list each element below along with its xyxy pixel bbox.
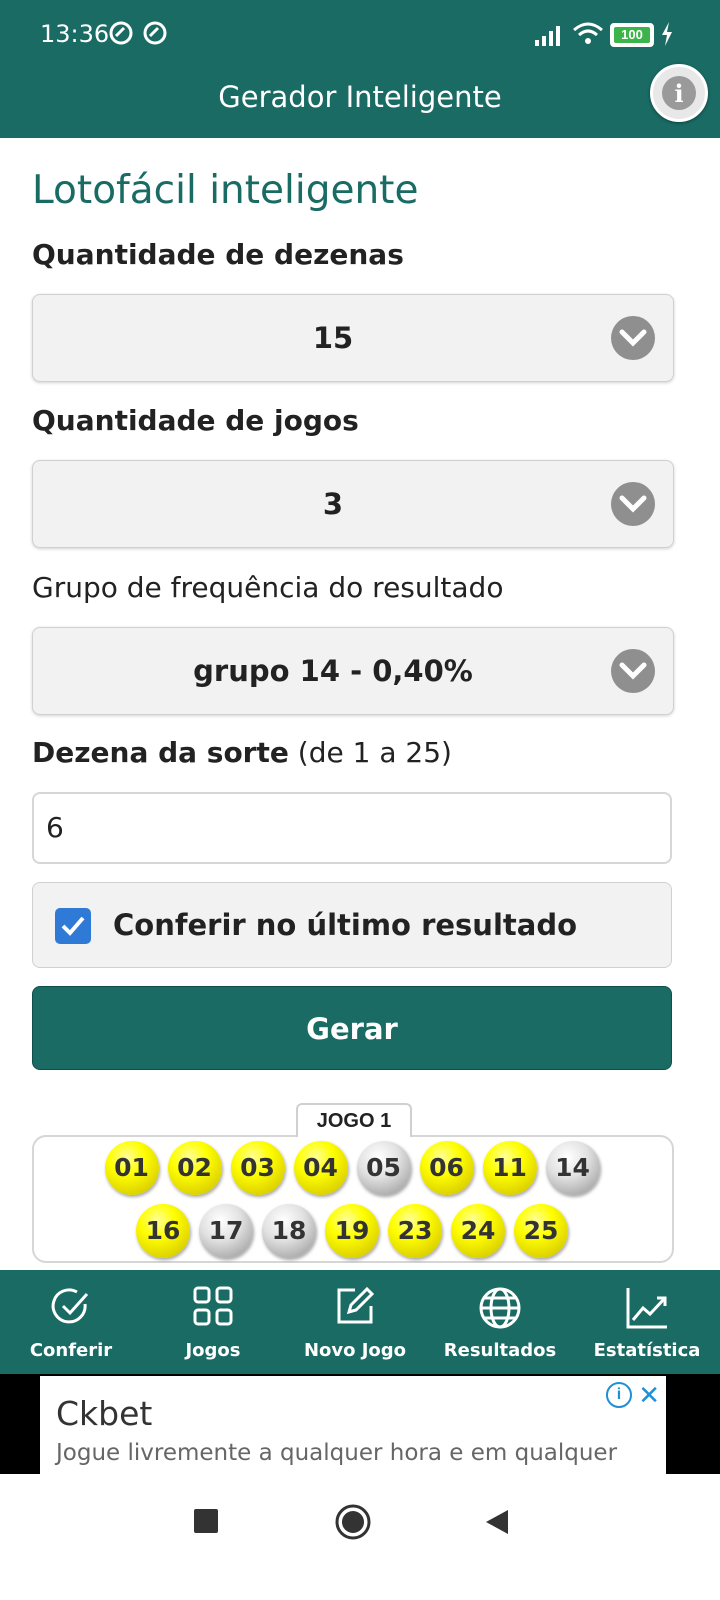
number-ball: 03	[230, 1141, 285, 1195]
nav-label: Novo Jogo	[303, 1340, 407, 1361]
jogos-select[interactable]: 3	[32, 460, 674, 548]
recents-button[interactable]	[194, 1509, 218, 1533]
grupo-value: grupo 14 - 0,40%	[193, 654, 473, 688]
sorte-input[interactable]: 6	[32, 792, 672, 864]
globe-icon	[479, 1287, 521, 1329]
nav-novo-jogo[interactable]: Novo Jogo	[284, 1270, 426, 1374]
dezenas-select[interactable]: 15	[32, 294, 674, 382]
sorte-label: Dezena da sorte (de 1 a 25)	[32, 736, 452, 769]
ad-banner: Ckbet Jogue livremente a qualquer hora e…	[0, 1374, 720, 1474]
conferir-label: Conferir no último resultado	[113, 908, 577, 942]
number-ball: 17	[199, 1204, 253, 1258]
nav-label: Conferir	[29, 1340, 113, 1361]
page-title: Lotofácil inteligente	[32, 168, 419, 213]
nav-jogos[interactable]: Jogos	[142, 1270, 284, 1374]
grid-icon	[193, 1286, 233, 1326]
nav-resultados[interactable]: Resultados	[426, 1270, 574, 1374]
charging-icon	[662, 22, 672, 46]
info-button[interactable]: i	[650, 64, 708, 122]
edit-icon	[337, 1286, 375, 1324]
ad-title: Ckbet	[56, 1394, 153, 1433]
jogos-label: Quantidade de jogos	[32, 404, 359, 437]
system-nav-bar	[0, 1474, 720, 1600]
ad-info-icon[interactable]: i	[606, 1382, 632, 1408]
number-ball: 14	[545, 1141, 600, 1195]
wifi-icon	[573, 22, 603, 44]
ad-close-icon[interactable]: ✕	[638, 1380, 660, 1411]
grupo-select[interactable]: grupo 14 - 0,40%	[32, 627, 674, 715]
back-button[interactable]	[482, 1508, 510, 1536]
dezenas-label: Quantidade de dezenas	[32, 238, 404, 271]
number-ball: 18	[262, 1204, 316, 1258]
app-bar: Gerador Inteligente i	[0, 64, 720, 138]
sorte-label-bold: Dezena da sorte	[32, 736, 289, 769]
number-ball: 06	[419, 1141, 474, 1195]
info-icon: i	[662, 76, 696, 110]
status-bar: 13:36 100	[0, 0, 720, 68]
chart-line-icon	[626, 1288, 667, 1329]
bottom-nav: Conferir Jogos Novo Jogo Resultados Esta…	[0, 1270, 720, 1374]
number-ball: 19	[325, 1204, 379, 1258]
chevron-down-icon	[611, 316, 655, 360]
number-ball: 11	[482, 1141, 537, 1195]
jogos-value: 3	[322, 487, 344, 521]
status-time: 13:36	[40, 20, 110, 48]
app-title: Gerador Inteligente	[218, 80, 502, 114]
number-ball: 16	[136, 1204, 190, 1258]
grupo-label: Grupo de frequência do resultado	[32, 571, 504, 604]
battery-icon: 100	[610, 23, 654, 47]
check-icon	[61, 916, 85, 936]
battery-level: 100	[614, 27, 650, 43]
chevron-down-icon	[611, 482, 655, 526]
number-ball: 01	[104, 1141, 159, 1195]
ad-content[interactable]: Ckbet Jogue livremente a qualquer hora e…	[40, 1376, 666, 1474]
nav-label: Jogos	[185, 1340, 241, 1361]
jogo-tag: JOGO 1	[296, 1103, 412, 1137]
notification-icon	[143, 21, 167, 45]
check-circle-icon	[51, 1288, 89, 1324]
notification-icon	[109, 21, 133, 45]
signal-icon	[535, 26, 560, 46]
nav-conferir[interactable]: Conferir	[0, 1270, 142, 1374]
gerar-button[interactable]: Gerar	[32, 986, 672, 1070]
conferir-checkbox[interactable]	[55, 908, 91, 944]
nav-estatistica[interactable]: Estatística	[574, 1270, 720, 1374]
home-button[interactable]	[334, 1503, 372, 1541]
dezenas-value: 15	[312, 321, 354, 355]
number-ball: 25	[514, 1204, 568, 1258]
nav-label: Resultados	[443, 1340, 557, 1361]
chevron-down-icon	[611, 649, 655, 693]
number-ball: 02	[167, 1141, 222, 1195]
ad-text: Jogue livremente a qualquer hora e em qu…	[56, 1440, 618, 1466]
conferir-row[interactable]: Conferir no último resultado	[32, 882, 672, 968]
number-ball: 04	[293, 1141, 348, 1195]
number-ball: 24	[451, 1204, 505, 1258]
nav-label: Estatística	[593, 1340, 701, 1361]
number-ball: 05	[356, 1141, 411, 1195]
number-ball: 23	[388, 1204, 442, 1258]
sorte-label-range: (de 1 a 25)	[288, 736, 452, 769]
